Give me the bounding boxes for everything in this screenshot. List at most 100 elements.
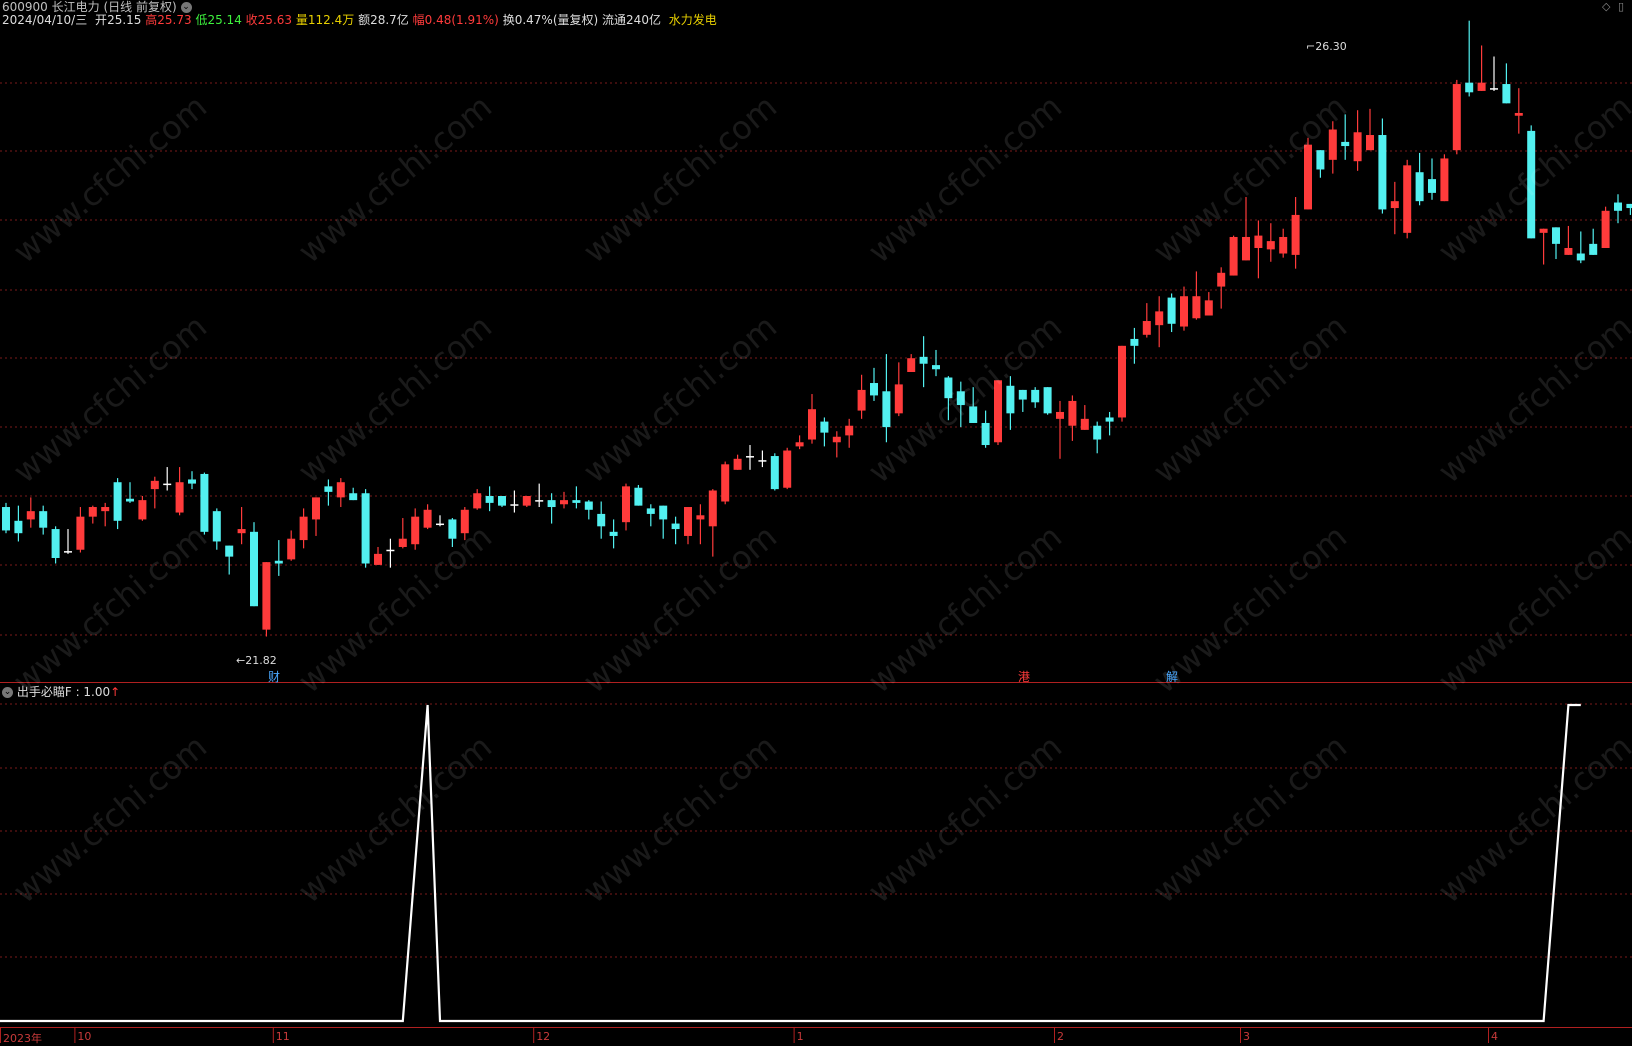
candle bbox=[225, 545, 234, 575]
candle-body bbox=[113, 482, 122, 521]
low-marker-label: 21.82 bbox=[245, 654, 277, 667]
indicator-name[interactable]: 出手必瞄F bbox=[17, 685, 72, 699]
x-tick-label: 2 bbox=[1057, 1030, 1064, 1043]
candle bbox=[498, 496, 506, 508]
candle bbox=[250, 522, 258, 607]
indicator-value: : 1.00 bbox=[75, 685, 111, 699]
candle bbox=[1390, 181, 1399, 235]
candle bbox=[932, 349, 940, 377]
low-value: 25.14 bbox=[207, 13, 242, 27]
candle-body bbox=[870, 383, 878, 396]
candle bbox=[126, 482, 134, 503]
candle-body bbox=[1018, 389, 1027, 400]
stock-name[interactable]: 长江电力 bbox=[52, 0, 100, 14]
candle-body bbox=[436, 523, 444, 526]
candle-body bbox=[547, 500, 556, 508]
indicator-grid bbox=[0, 703, 1632, 958]
sector-label[interactable]: 水力发电 bbox=[669, 13, 717, 27]
candle-body bbox=[1043, 387, 1052, 414]
candle bbox=[485, 486, 494, 512]
candle-body bbox=[498, 496, 506, 506]
candle bbox=[64, 529, 72, 554]
candle bbox=[609, 519, 618, 549]
candle bbox=[1552, 227, 1560, 260]
candle-body bbox=[857, 389, 866, 411]
chart-mode[interactable]: (日线 前复权) bbox=[103, 0, 176, 14]
candle-body bbox=[1415, 172, 1424, 202]
candle bbox=[870, 367, 878, 401]
candle bbox=[1155, 296, 1164, 348]
window-icon[interactable]: ▯ bbox=[1618, 0, 1624, 13]
event-marker-jie[interactable]: 解 bbox=[1166, 668, 1178, 685]
candle bbox=[150, 476, 159, 509]
candle bbox=[1279, 228, 1288, 258]
candle bbox=[1477, 45, 1486, 91]
price-chart[interactable] bbox=[0, 0, 1632, 1043]
event-marker-gang[interactable]: 港 bbox=[1018, 668, 1030, 685]
x-tick-label: 1 bbox=[796, 1030, 804, 1043]
candle-body bbox=[1316, 150, 1325, 170]
candle bbox=[1341, 114, 1350, 160]
diamond-icon[interactable]: ◇ bbox=[1602, 0, 1610, 13]
candle bbox=[547, 493, 556, 524]
candle-body bbox=[1440, 158, 1449, 202]
candle-body bbox=[262, 562, 271, 630]
candle-body bbox=[572, 500, 581, 503]
candle-body bbox=[1167, 297, 1176, 324]
candle-body bbox=[460, 509, 469, 534]
event-marker-cai[interactable]: 财 bbox=[268, 668, 280, 685]
candle bbox=[1217, 267, 1226, 309]
candle-body bbox=[1068, 400, 1077, 426]
chevron-down-icon[interactable]: ⌄ bbox=[180, 2, 192, 13]
candle-body bbox=[386, 549, 395, 552]
candle bbox=[1601, 206, 1610, 248]
candle bbox=[1105, 411, 1114, 436]
candle-body bbox=[274, 560, 283, 564]
x-axis-ticks bbox=[0, 1028, 1489, 1043]
candle bbox=[274, 540, 283, 576]
candle bbox=[646, 504, 655, 527]
candle bbox=[1291, 197, 1300, 269]
candle bbox=[398, 518, 407, 549]
candle-body bbox=[1217, 272, 1226, 287]
candle-body bbox=[932, 365, 940, 370]
candle-body bbox=[1341, 141, 1350, 147]
candle-body bbox=[919, 356, 928, 364]
candle bbox=[200, 472, 209, 535]
x-tick-label: 10 bbox=[77, 1030, 92, 1043]
candle-body bbox=[1130, 338, 1139, 346]
candle bbox=[634, 484, 643, 506]
chevron-down-icon[interactable]: ⌄ bbox=[2, 687, 13, 698]
candle bbox=[981, 410, 990, 448]
candle-body bbox=[1564, 248, 1573, 255]
x-tick-label: 2023年 bbox=[3, 1032, 42, 1045]
candle-body bbox=[88, 507, 97, 517]
candle-body bbox=[1229, 236, 1238, 276]
candle bbox=[1378, 118, 1387, 214]
candle bbox=[1614, 194, 1622, 224]
candle-body bbox=[26, 511, 35, 520]
candle bbox=[26, 497, 35, 528]
amount-value: 28.7亿 bbox=[370, 13, 409, 27]
candle-body bbox=[994, 380, 1002, 443]
candle-body bbox=[1452, 84, 1461, 151]
candle bbox=[994, 380, 1002, 446]
candle-body bbox=[1304, 144, 1312, 210]
candle-series bbox=[2, 20, 1632, 637]
x-tick-label: 4 bbox=[1491, 1030, 1498, 1043]
candle-body bbox=[1204, 300, 1213, 316]
candle bbox=[312, 497, 320, 536]
candle-body bbox=[696, 515, 705, 520]
candle-body bbox=[14, 520, 23, 534]
candle-body bbox=[76, 516, 85, 550]
candle-body bbox=[1006, 385, 1015, 414]
candle bbox=[1428, 158, 1436, 200]
candle bbox=[386, 538, 395, 568]
indicator-series bbox=[0, 703, 1581, 1023]
candle-body bbox=[758, 460, 767, 462]
candle-body bbox=[336, 482, 345, 498]
change-value: 0.48(1.91%) bbox=[424, 13, 499, 27]
candle bbox=[1576, 231, 1585, 264]
candle-body bbox=[163, 483, 172, 486]
candle bbox=[770, 453, 779, 491]
